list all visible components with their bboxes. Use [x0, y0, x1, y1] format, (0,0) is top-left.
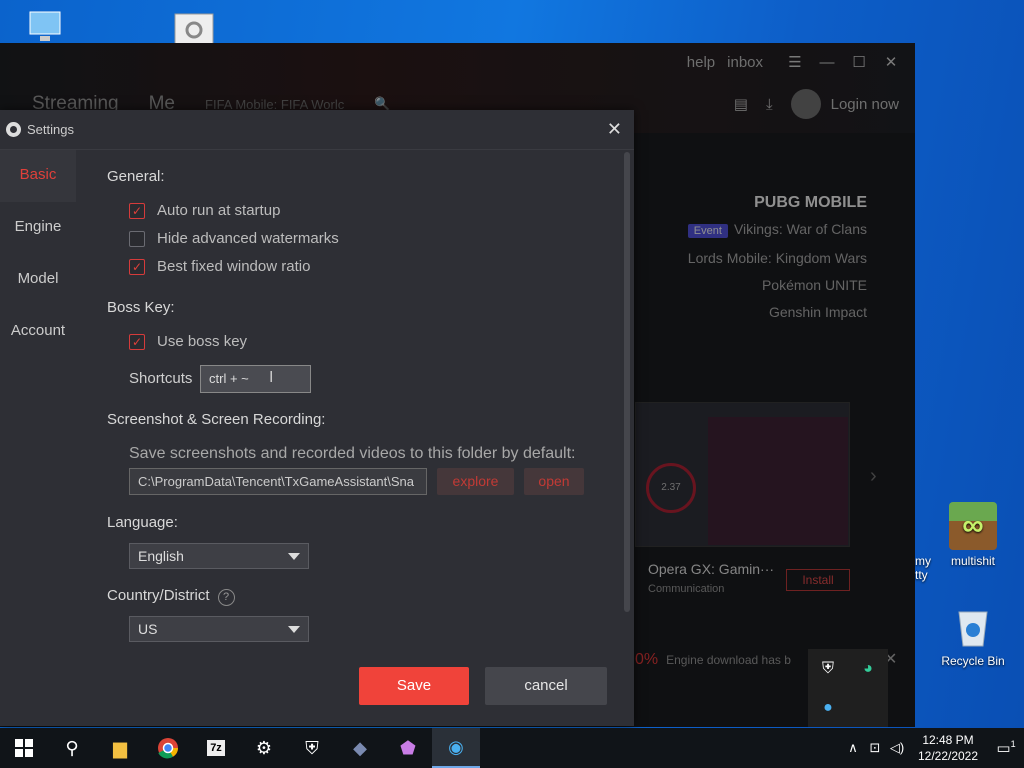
desktop-icon-label: Recycle Bin	[941, 654, 1005, 668]
fixed-ratio-option[interactable]: ✓ Best fixed window ratio	[129, 258, 310, 275]
settings-dialog: Settings ✕ Basic Engine Model Account Ge…	[0, 110, 634, 726]
game-assistant-tray-icon[interactable]: ●	[823, 699, 833, 717]
settings-file-icon[interactable]	[174, 10, 214, 45]
checkbox-unchecked-icon[interactable]	[129, 230, 145, 247]
notification-icon[interactable]: ▭1	[988, 739, 1024, 757]
security-tray-icon[interactable]: ⛨	[822, 660, 834, 678]
text-cursor-icon: I	[269, 369, 274, 386]
search-icon[interactable]: ⚲	[48, 728, 96, 768]
folder-label: Save screenshots and recorded videos to …	[129, 445, 576, 462]
chrome-icon[interactable]	[144, 728, 192, 768]
file-explorer-icon[interactable]: ▆	[96, 728, 144, 768]
game-assistant-taskbar-icon[interactable]: ◉	[432, 728, 480, 768]
general-heading: General:	[107, 168, 165, 185]
shield-icon[interactable]: ⛨	[288, 728, 336, 768]
cancel-button[interactable]: cancel	[485, 667, 607, 705]
virtual-machine-icon[interactable]: ◆	[336, 728, 384, 768]
gear-icon[interactable]: ⚙	[240, 728, 288, 768]
desktop-icon-multishit[interactable]: ∞ multishit	[938, 502, 1008, 568]
pentagon-app-icon[interactable]: ⬟	[384, 728, 432, 768]
windows-start-icon[interactable]	[0, 728, 48, 768]
screenshot-heading: Screenshot & Screen Recording:	[107, 411, 326, 428]
auto-run-option[interactable]: ✓ Auto run at startup	[129, 202, 280, 219]
colorful-tray-icon[interactable]: ◕	[863, 660, 873, 678]
country-select[interactable]: US	[129, 616, 309, 642]
recycle-bin-icon	[949, 602, 997, 650]
clock[interactable]: 12:48 PM 12/22/2022	[908, 732, 988, 764]
sidebar-item-engine[interactable]: Engine	[0, 202, 76, 254]
taskbar: ⚲ ▆ 7z ⚙ ⛨ ◆ ⬟ ◉ ∧ ⊡ ◁) 12:48 PM 12/22/2…	[0, 728, 1024, 768]
path-input[interactable]: C:\ProgramData\Tencent\TxGameAssistant\S…	[129, 468, 427, 495]
boss-key-heading: Boss Key:	[107, 299, 175, 316]
language-select[interactable]: English	[129, 543, 309, 569]
tray-overflow-popup: ⛨ ◕ ●	[808, 649, 888, 727]
infinity-app-icon: ∞	[949, 502, 997, 550]
desktop-icon-recycle-bin[interactable]: Recycle Bin	[938, 602, 1008, 668]
checkbox-checked-icon[interactable]: ✓	[129, 202, 145, 219]
close-icon[interactable]: ✕	[607, 119, 622, 140]
scrollbar[interactable]	[624, 152, 630, 612]
desktop-icon-label-partial: my tty	[915, 554, 931, 582]
computer-icon[interactable]	[28, 10, 68, 44]
7zip-icon[interactable]: 7z	[192, 728, 240, 768]
chevron-down-icon	[288, 626, 300, 633]
desktop-icon-label: multishit	[950, 554, 995, 568]
system-tray: ∧ ⊡ ◁) 12:48 PM 12/22/2022 ▭1	[842, 728, 1024, 768]
checkbox-checked-icon[interactable]: ✓	[129, 258, 145, 275]
chevron-up-icon[interactable]: ∧	[842, 740, 864, 756]
sidebar-item-basic[interactable]: Basic	[0, 150, 76, 202]
volume-icon[interactable]: ◁)	[886, 740, 908, 756]
dialog-titlebar: Settings	[0, 110, 634, 150]
checkbox-checked-icon[interactable]: ✓	[129, 333, 145, 350]
help-icon[interactable]: ?	[217, 589, 235, 606]
country-heading: Country/District?	[107, 587, 235, 606]
shortcuts-label: Shortcuts	[129, 370, 193, 387]
language-heading: Language:	[107, 514, 178, 531]
hide-watermarks-option[interactable]: Hide advanced watermarks	[129, 230, 339, 247]
explore-button[interactable]: explore	[437, 468, 514, 495]
dialog-title: Settings	[27, 122, 74, 137]
shortcut-input[interactable]: ctrl + ~	[200, 365, 311, 393]
app-logo-icon	[6, 122, 21, 137]
network-icon[interactable]: ⊡	[864, 740, 886, 756]
open-button[interactable]: open	[524, 468, 584, 495]
sidebar-item-model[interactable]: Model	[0, 254, 76, 306]
settings-sidebar: Basic Engine Model Account	[0, 150, 76, 358]
chevron-down-icon	[288, 553, 300, 560]
sidebar-item-account[interactable]: Account	[0, 306, 76, 358]
save-button[interactable]: Save	[359, 667, 469, 705]
use-boss-key-option[interactable]: ✓ Use boss key	[129, 333, 247, 350]
